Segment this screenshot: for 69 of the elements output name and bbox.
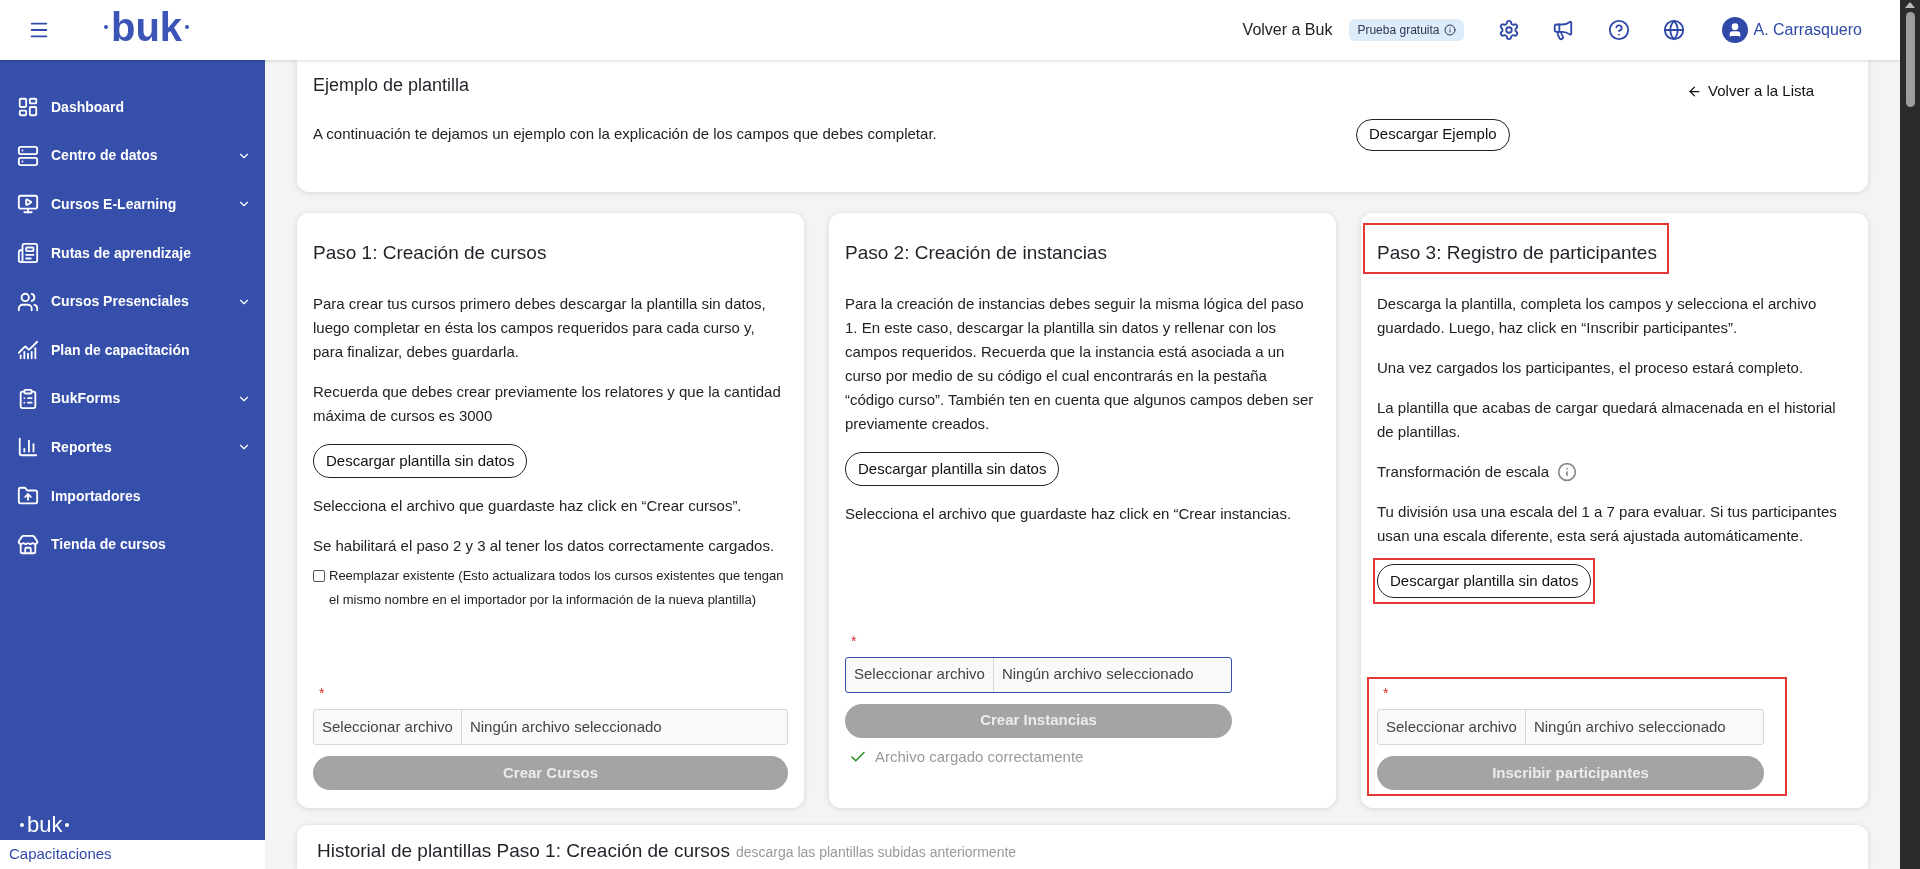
card-title: Ejemplo de plantilla bbox=[313, 74, 470, 97]
file-input[interactable]: Seleccionar archivo Ningún archivo seleccionado bbox=[313, 709, 788, 745]
sidebar-item[interactable]: Reportes bbox=[0, 423, 265, 472]
checkbox[interactable] bbox=[313, 569, 325, 582]
help-icon[interactable] bbox=[1607, 19, 1630, 41]
paragraph: Descarga la plantilla, completa los campos y selecciona el archivo guardado. Luego, haz click en “Inscribir participantes”. bbox=[1377, 293, 1818, 338]
choose-file-button[interactable]: Seleccionar archivo bbox=[314, 710, 462, 744]
file-status: Ningún archivo seleccionado bbox=[468, 716, 663, 737]
info-icon[interactable] bbox=[1557, 461, 1578, 482]
card-title: Paso 2: Creación de instancias bbox=[845, 241, 1107, 265]
required-mark: * bbox=[851, 631, 858, 651]
back-to-list-link[interactable]: Volver a la Lista bbox=[1687, 80, 1814, 103]
paragraph: Para la creación de instancias debes seguir la misma lógica del paso 1. En este caso, descargar la plantilla sin datos y rellenar con los campos requeridos. Recuerda que la instancia está asociada a un curso por medio de su código el cual encontrarás en la pestaña “código curso”. También ten en cuenta que algunos campos deben ser previamente creados. bbox=[845, 293, 1315, 434]
checkbox-label: Reemplazar existente (Esto actualizara todos los cursos existentes que tengan el mismo nombre en el importador por la información de la nueva plantilla) bbox=[329, 566, 785, 609]
logo: buk bbox=[104, 7, 190, 47]
file-status: Ningún archivo seleccionado bbox=[1000, 664, 1195, 685]
paragraph: Selecciona el archivo que guardaste haz click en “Crear instancias. bbox=[845, 503, 1293, 524]
sidebar-item[interactable]: BukForms bbox=[0, 374, 265, 424]
sidebar-item[interactable]: Rutas de aprendizaje bbox=[0, 228, 265, 278]
chart-icon bbox=[17, 339, 39, 362]
user-name[interactable]: A. Carrasquero bbox=[1753, 18, 1862, 42]
description: A continuación te dejamos un ejemplo con la explicación de los campos que debes completar. bbox=[313, 124, 938, 145]
server-icon bbox=[17, 144, 39, 167]
sidebar-item[interactable]: Cursos E-Learning bbox=[0, 180, 265, 229]
app-name[interactable]: Capacitaciones bbox=[0, 840, 265, 869]
file-input[interactable]: Seleccionar archivo Ningún archivo seleccionado bbox=[1377, 709, 1764, 745]
choose-file-button[interactable]: Seleccionar archivo bbox=[846, 657, 994, 692]
history-subtitle: descarga las plantillas subidas anteriormente bbox=[735, 843, 1017, 862]
monitor-play-icon bbox=[17, 193, 39, 216]
sidebar-item[interactable]: Dashboard bbox=[0, 83, 265, 132]
download-button[interactable]: Descargar plantilla sin datos bbox=[1377, 563, 1592, 598]
trial-badge[interactable]: Prueba gratuita bbox=[1349, 19, 1464, 41]
required-mark: * bbox=[1383, 684, 1390, 703]
sidebar-item[interactable]: Cursos Presenciales bbox=[0, 277, 265, 326]
store-icon bbox=[17, 533, 39, 556]
megaphone-icon[interactable] bbox=[1551, 19, 1574, 41]
paragraph: Recuerda que debes crear previamente los relatores y que la cantidad máxima de cursos es 3000 bbox=[313, 381, 782, 426]
sidebar-logo: buk bbox=[20, 814, 265, 836]
paragraph: Selecciona el archivo que guardaste haz click en “Crear cursos”. bbox=[313, 495, 743, 516]
document-stack-icon bbox=[17, 242, 39, 265]
dashboard-icon bbox=[17, 96, 39, 119]
sidebar-item[interactable]: Tienda de cursos bbox=[0, 520, 265, 569]
paragraph: Para crear tus cursos primero debes descargar la plantilla sin datos, luego completar en ésta los campos requeridos para cada curso y, para finalizar, debes guardarla. bbox=[313, 293, 767, 362]
file-input[interactable]: Seleccionar archivo Ningún archivo seleccionado bbox=[845, 656, 1232, 693]
card-title: Paso 3: Registro de participantes bbox=[1377, 241, 1657, 265]
required-mark: * bbox=[319, 684, 326, 703]
paragraph: Una vez cargados los participantes, el proceso estará completo. bbox=[1377, 357, 1805, 378]
paragraph: Se habilitará el paso 2 y 3 al tener los datos correctamente cargados. bbox=[313, 535, 776, 556]
avatar[interactable] bbox=[1721, 17, 1748, 43]
globe-icon[interactable] bbox=[1662, 19, 1685, 41]
bar-chart-icon bbox=[17, 436, 39, 459]
card-title: Paso 1: Creación de cursos bbox=[313, 241, 547, 265]
paragraph: La plantilla que acabas de cargar quedará almacenada en el historial de plantillas. bbox=[1377, 397, 1837, 442]
clipboard-icon bbox=[17, 387, 39, 410]
sidebar-item[interactable]: Plan de capacitación bbox=[0, 325, 265, 375]
people-icon bbox=[17, 290, 39, 313]
choose-file-button[interactable]: Seleccionar archivo bbox=[1378, 710, 1526, 744]
settings-icon[interactable] bbox=[1497, 19, 1520, 41]
download-button[interactable]: Descargar plantilla sin datos bbox=[845, 451, 1060, 486]
paragraph: Tu división usa una escala del 1 a 7 para evaluar. Si tus participantes usan una escala diferente, esta será ajustada automáticamente. bbox=[1377, 501, 1838, 546]
history-title: Historial de plantillas Paso 1: Creación de cursos bbox=[317, 839, 730, 863]
back-link[interactable]: Volver a Buk bbox=[1242, 18, 1333, 42]
download-button[interactable]: Descargar plantilla sin datos bbox=[313, 443, 528, 478]
success-message: Archivo cargado correctamente bbox=[875, 746, 1084, 767]
sidebar-item[interactable]: Centro de datos bbox=[0, 131, 265, 181]
scrollbar[interactable] bbox=[1900, 0, 1920, 869]
file-status: Ningún archivo seleccionado bbox=[1532, 716, 1727, 737]
sidebar-item[interactable]: Importadores bbox=[0, 471, 265, 521]
label: Transformación de escala bbox=[1377, 461, 1550, 482]
